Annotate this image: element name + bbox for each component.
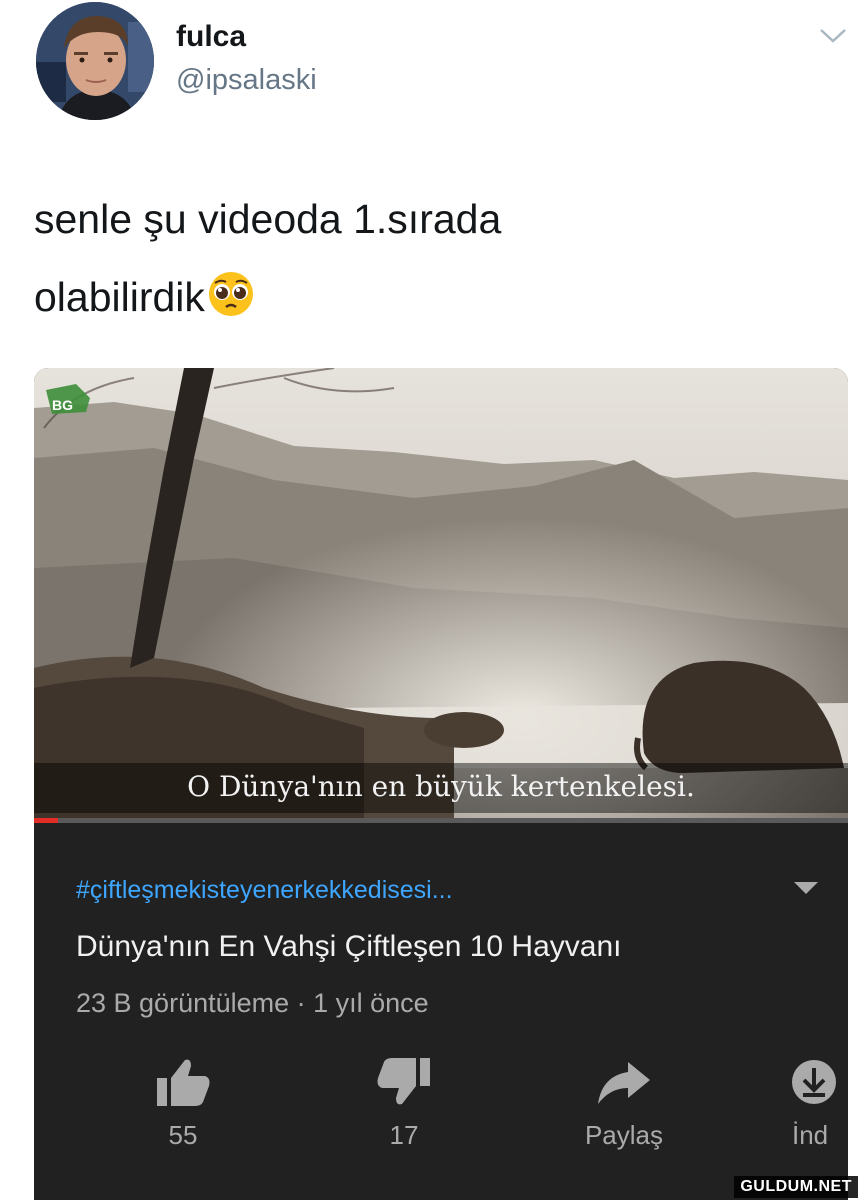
watermark: GULDUM.NET (734, 1176, 858, 1198)
video-subtitle: O Dünya'nın en büyük kertenkelesi. (34, 763, 848, 813)
video-card[interactable]: BG O Dünya'nın en büyük kertenkelesi. #ç… (34, 368, 848, 1200)
progress-bar[interactable] (34, 818, 848, 823)
video-meta: 23 B görüntüleme · 1 yıl önce (76, 988, 429, 1018)
tweet-text-line-1: senle şu videoda 1.sırada (34, 196, 502, 242)
like-button[interactable]: 55 (123, 1056, 243, 1151)
tweet-text-line-2-words: olabilirdik (34, 274, 205, 320)
progress-bar-fill (34, 818, 59, 823)
video-player[interactable]: BG (34, 368, 848, 820)
share-arrow-icon (598, 1062, 650, 1104)
share-button[interactable]: Paylaş (564, 1056, 684, 1151)
avatar[interactable] (36, 2, 154, 120)
tweet-text: senle şu videoda 1.sırada olabilirdik (34, 180, 814, 336)
like-count: 55 (168, 1120, 198, 1150)
chevron-down-icon[interactable] (818, 24, 848, 48)
avatar-photo (36, 2, 154, 120)
dislike-count: 17 (389, 1120, 419, 1150)
thumbs-up-icon (157, 1059, 210, 1106)
user-handle[interactable]: @ipsalaski (176, 64, 317, 97)
tweet-text-line-2: olabilirdik (34, 258, 814, 336)
expand-description-icon[interactable] (792, 880, 820, 896)
channel-badge: BG (52, 397, 73, 413)
display-name[interactable]: fulca (176, 20, 246, 54)
hashtag-link[interactable]: #çiftleşmekisteyenerkekkedisesi... (76, 876, 453, 905)
download-label: İnd (792, 1120, 829, 1150)
pleading-face-emoji-icon (208, 272, 253, 317)
video-title: Dünya'nın En Vahşi Çiftleşen 10 Hayvanı (76, 930, 622, 963)
download-icon (792, 1060, 836, 1104)
share-label: Paylaş (584, 1120, 664, 1150)
dislike-button[interactable]: 17 (344, 1056, 464, 1151)
thumbs-down-icon (377, 1058, 430, 1105)
download-button[interactable]: İnd (788, 1056, 848, 1151)
